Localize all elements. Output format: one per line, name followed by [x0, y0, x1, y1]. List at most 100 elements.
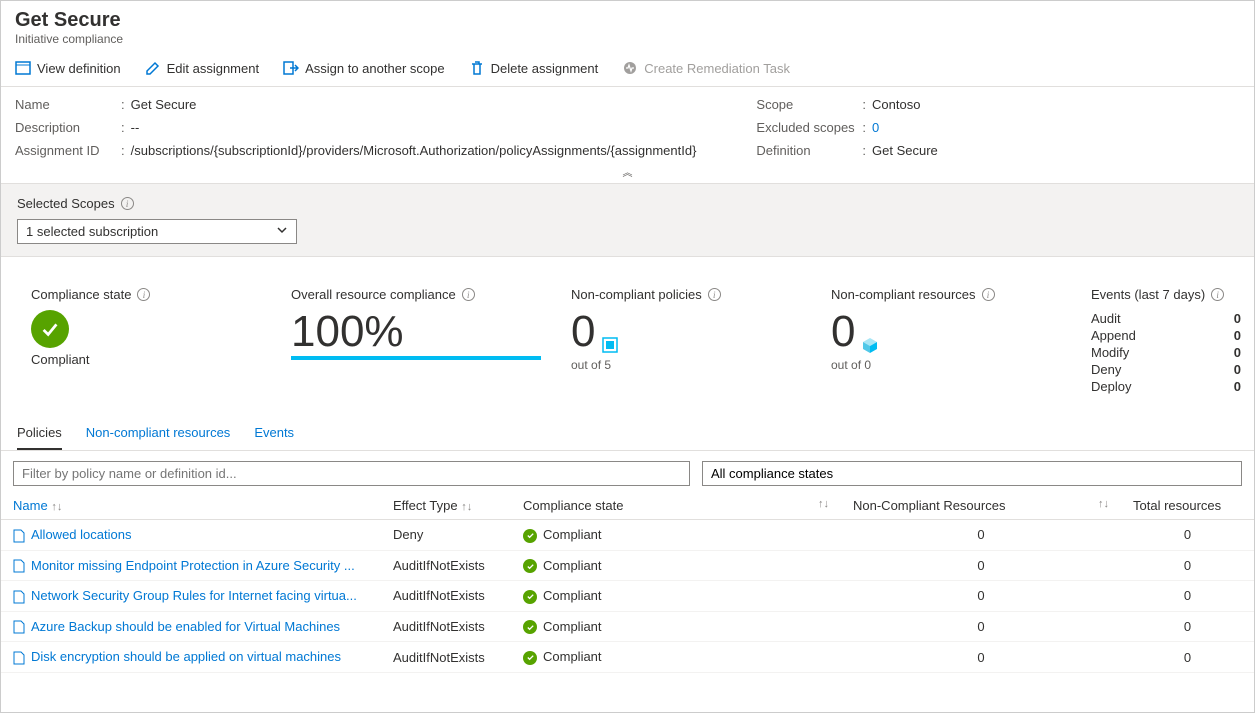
noncompliant-cell: 0	[841, 520, 1121, 551]
policy-link[interactable]: Disk encryption should be applied on vir…	[31, 649, 341, 664]
total-cell: 0	[1121, 642, 1254, 673]
policy-link[interactable]: Allowed locations	[31, 527, 131, 542]
compliant-icon	[523, 620, 537, 634]
name-label: Name	[15, 97, 115, 112]
assignment-id-label: Assignment ID	[15, 143, 115, 158]
effect-cell: AuditIfNotExists	[381, 611, 511, 642]
policy-link[interactable]: Network Security Group Rules for Interne…	[31, 588, 357, 603]
noncompliant-resources-sub: out of 0	[831, 358, 1071, 372]
state-cell: Compliant	[543, 527, 602, 542]
table-row: Network Security Group Rules for Interne…	[1, 581, 1254, 612]
total-cell: 0	[1121, 611, 1254, 642]
sort-icon: ↑↓	[51, 501, 62, 513]
scope-dropdown[interactable]: 1 selected subscription	[17, 219, 297, 244]
trash-icon	[469, 60, 485, 76]
policy-filter-input[interactable]	[13, 461, 690, 486]
noncompliant-resources-value: 0	[831, 310, 855, 354]
assignment-id-value: /subscriptions/{subscriptionId}/provider…	[131, 143, 697, 158]
table-row: Azure Backup should be enabled for Virtu…	[1, 611, 1254, 642]
info-icon[interactable]: i	[462, 288, 475, 301]
document-icon	[13, 620, 25, 634]
event-row: Deny 0	[1091, 361, 1241, 378]
effect-cell: Deny	[381, 520, 511, 551]
edit-assignment-button[interactable]: Edit assignment	[145, 60, 260, 76]
col-name[interactable]: Name ↑↓	[1, 492, 381, 520]
chevron-down-icon	[276, 224, 288, 239]
sort-icon: ↑↓	[461, 501, 472, 513]
effect-cell: AuditIfNotExists	[381, 550, 511, 581]
document-icon	[13, 590, 25, 604]
window-icon	[15, 60, 31, 76]
noncompliant-cell: 0	[841, 611, 1121, 642]
page-subtitle: Initiative compliance	[15, 32, 1240, 46]
delete-assignment-button[interactable]: Delete assignment	[469, 60, 599, 76]
overall-compliance-value: 100%	[291, 310, 551, 354]
document-icon	[13, 651, 25, 665]
sort-icon: ↑↓	[1098, 498, 1109, 510]
collapse-chevron-icon[interactable]: ︽	[1, 164, 1254, 183]
scope-label: Scope	[756, 97, 856, 112]
compliance-state-filter[interactable]	[702, 461, 1242, 486]
pulse-icon	[622, 60, 638, 76]
info-icon[interactable]: i	[982, 288, 995, 301]
compliant-icon	[523, 559, 537, 573]
compliance-state-value: Compliant	[31, 352, 271, 367]
policy-link[interactable]: Azure Backup should be enabled for Virtu…	[31, 619, 340, 634]
info-icon[interactable]: i	[708, 288, 721, 301]
page-title: Get Secure	[15, 9, 1240, 32]
compliant-icon	[523, 529, 537, 543]
sort-icon: ↑↓	[818, 498, 829, 510]
noncompliant-resources-label: Non-compliant resources	[831, 287, 976, 302]
overall-compliance-label: Overall resource compliance	[291, 287, 456, 302]
noncompliant-policies-value: 0	[571, 310, 595, 354]
state-cell: Compliant	[543, 558, 602, 573]
table-row: Monitor missing Endpoint Protection in A…	[1, 550, 1254, 581]
total-cell: 0	[1121, 520, 1254, 551]
noncompliant-policies-label: Non-compliant policies	[571, 287, 702, 302]
noncompliant-cell: 0	[841, 550, 1121, 581]
table-row: Allowed locations Deny Compliant 00	[1, 520, 1254, 551]
event-row: Deploy 0	[1091, 378, 1241, 395]
definition-value: Get Secure	[872, 143, 938, 158]
document-icon	[13, 529, 25, 543]
noncompliant-cell: 0	[841, 581, 1121, 612]
event-row: Append 0	[1091, 327, 1241, 344]
total-cell: 0	[1121, 550, 1254, 581]
tab-noncompliant-resources[interactable]: Non-compliant resources	[86, 425, 231, 450]
scope-value: Contoso	[872, 97, 920, 112]
compliant-icon	[523, 651, 537, 665]
event-row: Modify 0	[1091, 344, 1241, 361]
excluded-scopes-value[interactable]: 0	[872, 120, 879, 135]
progress-bar	[291, 356, 541, 360]
assign-icon	[283, 60, 299, 76]
info-icon[interactable]: i	[121, 197, 134, 210]
state-cell: Compliant	[543, 619, 602, 634]
effect-cell: AuditIfNotExists	[381, 642, 511, 673]
selected-scopes-title: Selected Scopes	[17, 196, 115, 211]
tab-policies[interactable]: Policies	[17, 425, 62, 450]
col-noncompliant[interactable]: Non-Compliant Resources ↑↓	[841, 492, 1121, 520]
col-effect[interactable]: Effect Type ↑↓	[381, 492, 511, 520]
compliant-check-icon	[31, 310, 69, 348]
tab-events[interactable]: Events	[254, 425, 294, 450]
info-icon[interactable]: i	[1211, 288, 1224, 301]
assign-scope-button[interactable]: Assign to another scope	[283, 60, 444, 76]
excluded-scopes-label: Excluded scopes	[756, 120, 856, 135]
description-label: Description	[15, 120, 115, 135]
state-cell: Compliant	[543, 649, 602, 664]
info-icon[interactable]: i	[137, 288, 150, 301]
noncompliant-policies-sub: out of 5	[571, 358, 811, 372]
description-value: --	[131, 120, 140, 135]
effect-cell: AuditIfNotExists	[381, 581, 511, 612]
cube-icon	[861, 336, 879, 354]
col-total[interactable]: Total resources	[1121, 492, 1254, 520]
view-definition-button[interactable]: View definition	[15, 60, 121, 76]
noncompliant-cell: 0	[841, 642, 1121, 673]
policy-link[interactable]: Monitor missing Endpoint Protection in A…	[31, 558, 355, 573]
compliant-icon	[523, 590, 537, 604]
compliance-state-label: Compliance state	[31, 287, 131, 302]
document-icon	[13, 559, 25, 573]
table-row: Disk encryption should be applied on vir…	[1, 642, 1254, 673]
col-state[interactable]: Compliance state ↑↓	[511, 492, 841, 520]
name-value: Get Secure	[131, 97, 197, 112]
